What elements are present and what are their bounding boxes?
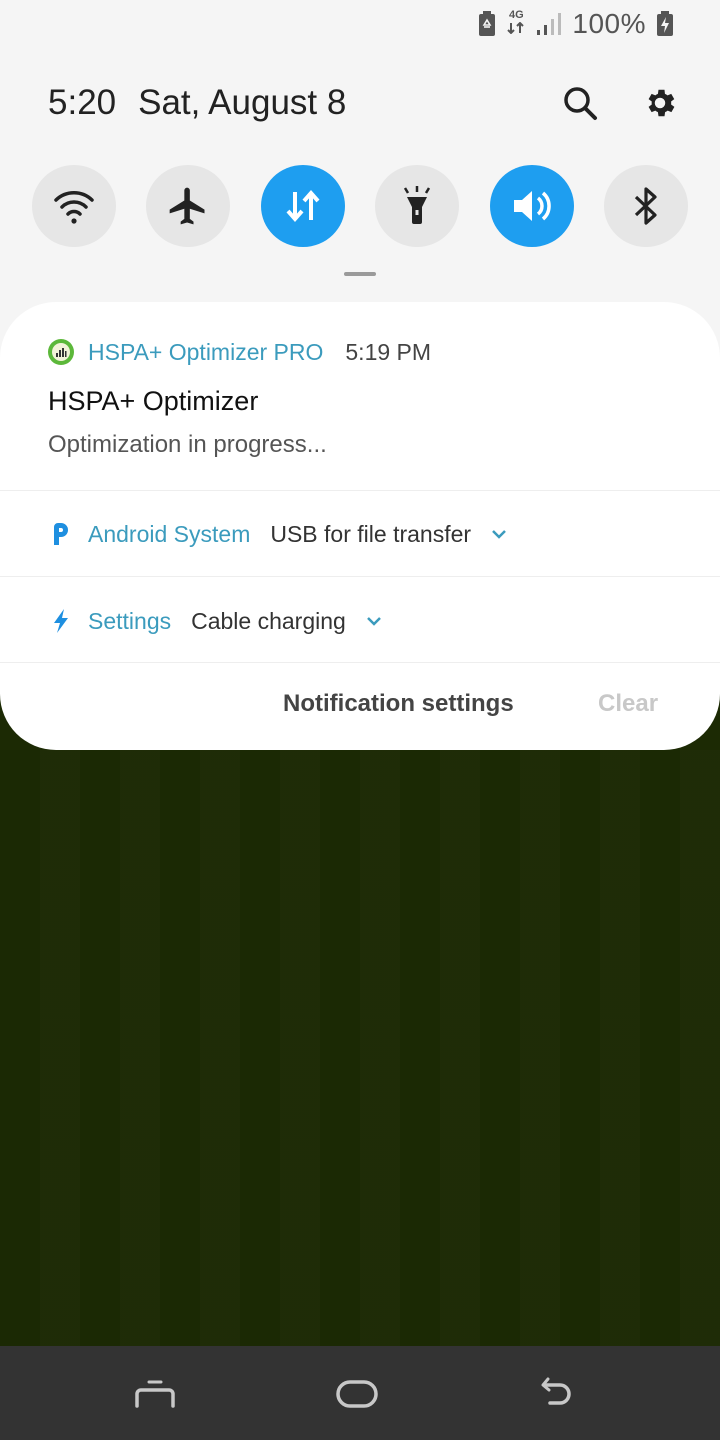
notification-text: Optimization in progress... [48,431,327,458]
chevron-down-icon [366,617,381,626]
divider [0,662,720,663]
recents-icon [135,1380,175,1408]
expand-button[interactable] [366,616,382,626]
notification-footer: Notification settings Clear [0,690,720,726]
lightning-icon [50,608,72,634]
gear-icon [648,89,675,117]
divider [0,576,720,577]
volume-icon [513,191,551,221]
data-transfer-icon [286,189,320,223]
chevron-down-icon [492,530,506,539]
notification-card: HSPA+ Optimizer PRO 5:19 PM HSPA+ Optimi… [0,302,720,750]
recents-button[interactable] [130,1372,180,1416]
qs-flashlight-toggle[interactable] [375,165,460,247]
back-button[interactable] [533,1372,583,1416]
qs-wifi-toggle[interactable] [32,165,116,247]
qs-bluetooth-toggle[interactable] [603,165,688,247]
clear-button[interactable]: Clear [598,690,658,718]
wallpaper [0,750,720,1346]
search-icon [564,87,597,120]
notification-app-name: HSPA+ Optimizer PRO [88,338,324,365]
notification-android-system[interactable]: Android System USB for file transfer [50,514,680,554]
notification-app-name: Android System [88,520,251,547]
quick-settings [32,165,688,249]
notification-settings-charging[interactable]: Settings Cable charging [50,601,680,641]
notification-time: 5:19 PM [345,338,432,365]
navigation-bar [0,1346,720,1440]
clock: 5:20 [48,83,117,122]
network-4g-icon: 4G [506,9,526,39]
notification-title: HSPA+ Optimizer [48,386,259,416]
notification-text: USB for file transfer [270,520,472,547]
qs-mobile-data-toggle[interactable] [260,165,345,247]
search-button[interactable] [560,83,600,123]
notification-app-name: Settings [88,607,172,634]
airplane-icon [170,187,205,225]
flashlight-icon [404,186,431,224]
wifi-icon [54,191,94,224]
header-row: 5:20 Sat, August 8 [48,78,680,128]
expand-button[interactable] [491,529,507,539]
charging-battery-icon [656,11,674,37]
hspa-optimizer-app-icon [48,339,74,365]
notification-hspa-optimizer[interactable]: HSPA+ Optimizer PRO 5:19 PM HSPA+ Optimi… [48,338,680,459]
qs-airplane-toggle[interactable] [146,165,231,247]
home-icon [336,1380,378,1408]
battery-percent: 100% [572,8,646,39]
date: Sat, August 8 [138,83,347,122]
divider [0,490,720,491]
settings-button[interactable] [640,83,680,123]
back-icon [541,1377,571,1405]
bluetooth-icon [634,187,657,225]
status-bar: 4G 100% [478,6,674,42]
notification-settings-button[interactable]: Notification settings [283,690,514,718]
notification-text: Cable charging [191,607,346,634]
signal-icon [536,12,562,36]
home-button[interactable] [332,1372,382,1416]
qs-sound-toggle[interactable] [489,165,574,247]
drag-handle[interactable] [344,272,376,276]
android-system-p-icon [50,521,72,547]
battery-saver-icon [478,11,496,37]
